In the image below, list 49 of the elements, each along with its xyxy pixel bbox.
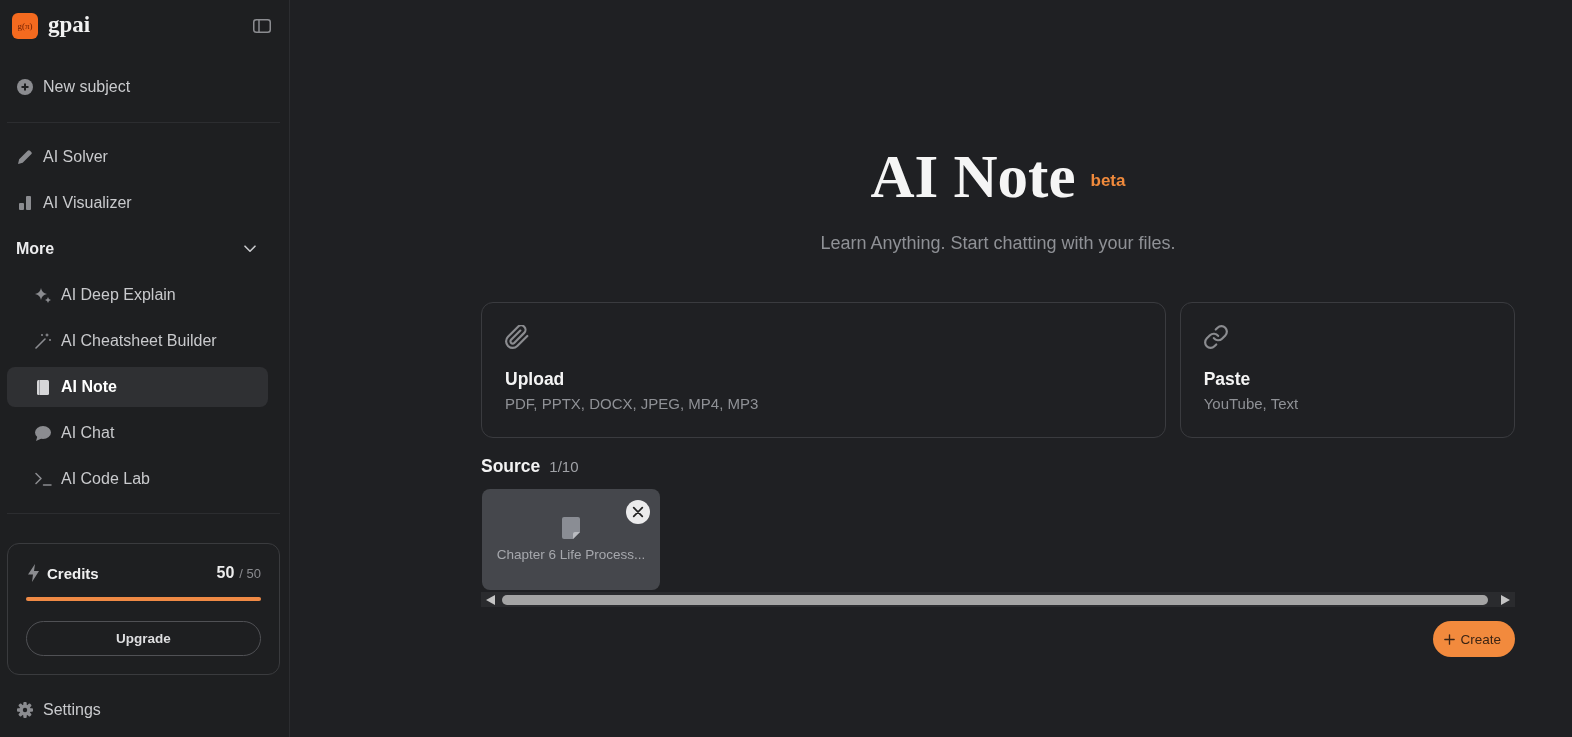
- gear-icon: [17, 702, 33, 718]
- remove-file-button[interactable]: [626, 500, 650, 524]
- link-icon: [1203, 325, 1228, 349]
- settings-button[interactable]: Settings: [7, 690, 268, 730]
- bar-chart-icon: [19, 196, 31, 210]
- book-icon: [37, 379, 49, 395]
- source-heading: Source: [481, 455, 541, 477]
- paperclip-icon: [505, 325, 529, 349]
- beta-label: beta: [1090, 171, 1126, 191]
- sidebar-item[interactable]: AI Deep Explain: [7, 275, 268, 315]
- upload-card[interactable]: Upload PDF, PPTX, DOCX, JPEG, MP4, MP3: [481, 302, 1166, 438]
- sidebar-item[interactable]: AI Chat: [7, 413, 268, 453]
- option-title: Upload: [505, 369, 565, 389]
- scroll-right-icon[interactable]: [1501, 594, 1510, 605]
- magic-wand-icon: [35, 333, 51, 349]
- file-icon: [562, 517, 580, 539]
- file-name: Chapter 6 Life Process...: [496, 547, 646, 563]
- chat-bubble-icon: [35, 425, 51, 441]
- lightning-icon: [28, 564, 39, 582]
- scrollbar-thumb[interactable]: [502, 594, 1488, 605]
- sidebar-item[interactable]: AI Solver: [7, 137, 268, 177]
- brand-name: gpai: [48, 10, 91, 39]
- credits-label: Credits: [47, 564, 99, 582]
- credits-total: / 50: [239, 565, 261, 581]
- sidebar-toggle-icon[interactable]: [253, 19, 271, 33]
- sparkles-icon: [35, 287, 51, 303]
- terminal-icon: [34, 472, 52, 486]
- sidebar-item[interactable]: AI Code Lab: [7, 459, 268, 499]
- sidebar-item[interactable]: AI Visualizer: [7, 183, 268, 223]
- new-subject-button[interactable]: New subject: [7, 67, 268, 107]
- close-icon: [632, 506, 644, 518]
- source-count: 1/10: [549, 457, 579, 477]
- pencil-icon: [18, 150, 32, 164]
- horizontal-scrollbar[interactable]: [481, 592, 1515, 607]
- page-title: AI Note: [870, 142, 1076, 212]
- page-subtitle: Learn Anything. Start chatting with your files.: [819, 232, 1177, 255]
- option-formats: YouTube, Text: [1203, 395, 1299, 413]
- plus-circle-icon: [17, 79, 33, 95]
- option-formats: PDF, PPTX, DOCX, JPEG, MP4, MP3: [505, 395, 759, 413]
- sidebar-item[interactable]: AI Cheatsheet Builder: [7, 321, 268, 361]
- scroll-left-icon[interactable]: [486, 594, 495, 605]
- logo-mark: g(π): [12, 13, 38, 39]
- credits-remaining: 50: [216, 564, 235, 582]
- plus-icon: [1444, 633, 1456, 645]
- option-title: Paste: [1203, 369, 1251, 389]
- sidebar-item[interactable]: AI Note: [7, 367, 268, 407]
- paste-card[interactable]: Paste YouTube, Text: [1179, 302, 1515, 438]
- create-button[interactable]: Create: [1433, 621, 1515, 657]
- more-toggle[interactable]: More: [7, 229, 268, 269]
